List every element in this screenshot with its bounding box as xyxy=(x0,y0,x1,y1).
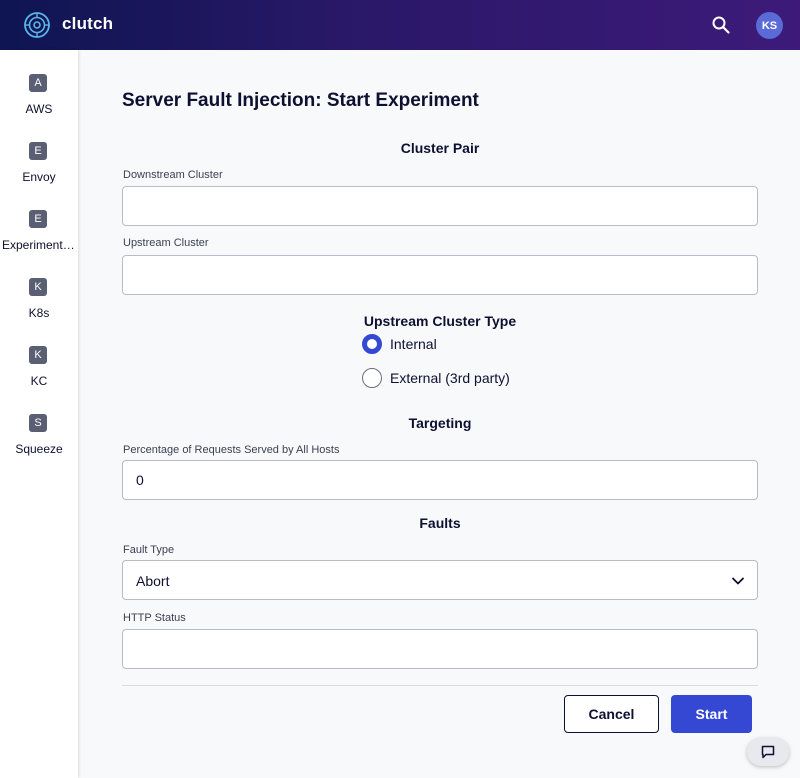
http-status-label: HTTP Status xyxy=(123,612,186,624)
sidebar-item-badge: K xyxy=(29,346,47,364)
sidebar-item-label: Envoy xyxy=(22,170,56,184)
section-heading-upstream-cluster-type: Upstream Cluster Type xyxy=(363,313,517,329)
main-content: Server Fault Injection: Start Experiment… xyxy=(78,50,800,778)
sidebar-item-badge: K xyxy=(29,278,47,296)
chevron-down-icon xyxy=(732,577,744,585)
fault-type-label: Fault Type xyxy=(123,544,175,556)
downstream-cluster-label: Downstream Cluster xyxy=(123,169,223,181)
sidebar-item-badge: E xyxy=(29,142,47,160)
downstream-cluster-input[interactable] xyxy=(122,186,758,226)
section-heading-targeting: Targeting xyxy=(408,415,472,431)
form-divider xyxy=(122,685,758,686)
sidebar-item-label: Experimentation xyxy=(2,238,76,252)
sidebar-item-envoy[interactable]: E Envoy xyxy=(0,128,78,188)
feedback-button[interactable] xyxy=(747,738,789,766)
sidebar-item-label: KC xyxy=(30,374,48,388)
sidebar-item-badge: S xyxy=(29,414,47,432)
sidebar-item-experimentation[interactable]: E Experimentation xyxy=(0,196,78,256)
section-heading-faults: Faults xyxy=(419,515,461,531)
upstream-cluster-input[interactable] xyxy=(122,255,758,295)
sidebar-item-badge: E xyxy=(29,210,47,228)
percentage-requests-label: Percentage of Requests Served by All Hos… xyxy=(123,444,340,456)
sidebar-item-kc[interactable]: K KC xyxy=(0,332,78,392)
sidebar-item-aws[interactable]: A AWS xyxy=(0,60,78,120)
sidebar-item-label: AWS xyxy=(25,102,53,116)
user-avatar[interactable]: KS xyxy=(756,12,783,39)
sidebar-item-k8s[interactable]: K K8s xyxy=(0,264,78,324)
sidebar-item-squeeze[interactable]: S Squeeze xyxy=(0,400,78,460)
top-bar: clutch KS xyxy=(0,0,800,50)
radio-selected-icon[interactable] xyxy=(362,334,382,354)
sidebar-item-label: K8s xyxy=(28,306,50,320)
radio-option-label: External (3rd party) xyxy=(390,370,510,386)
clutch-logo-icon[interactable] xyxy=(24,12,50,38)
http-status-input[interactable] xyxy=(122,629,758,669)
brand-name[interactable]: clutch xyxy=(62,14,113,34)
section-heading-cluster-pair: Cluster Pair xyxy=(400,140,480,156)
start-button[interactable]: Start xyxy=(671,695,752,733)
cancel-button[interactable]: Cancel xyxy=(564,695,659,733)
chat-icon xyxy=(761,745,775,759)
fault-type-value: Abort xyxy=(136,573,170,589)
sidebar-item-label: Squeeze xyxy=(15,442,63,456)
sidebar-nav: A AWS E Envoy E Experimentation K K8s K … xyxy=(0,50,78,778)
page-title: Server Fault Injection: Start Experiment xyxy=(122,90,479,111)
fault-type-select[interactable]: Abort xyxy=(122,560,758,600)
percentage-requests-input[interactable] xyxy=(122,460,758,500)
search-icon[interactable] xyxy=(710,14,732,36)
radio-option-label: Internal xyxy=(390,336,437,352)
radio-unselected-icon[interactable] xyxy=(362,368,382,388)
sidebar-item-badge: A xyxy=(29,74,47,92)
upstream-cluster-label: Upstream Cluster xyxy=(123,237,209,249)
